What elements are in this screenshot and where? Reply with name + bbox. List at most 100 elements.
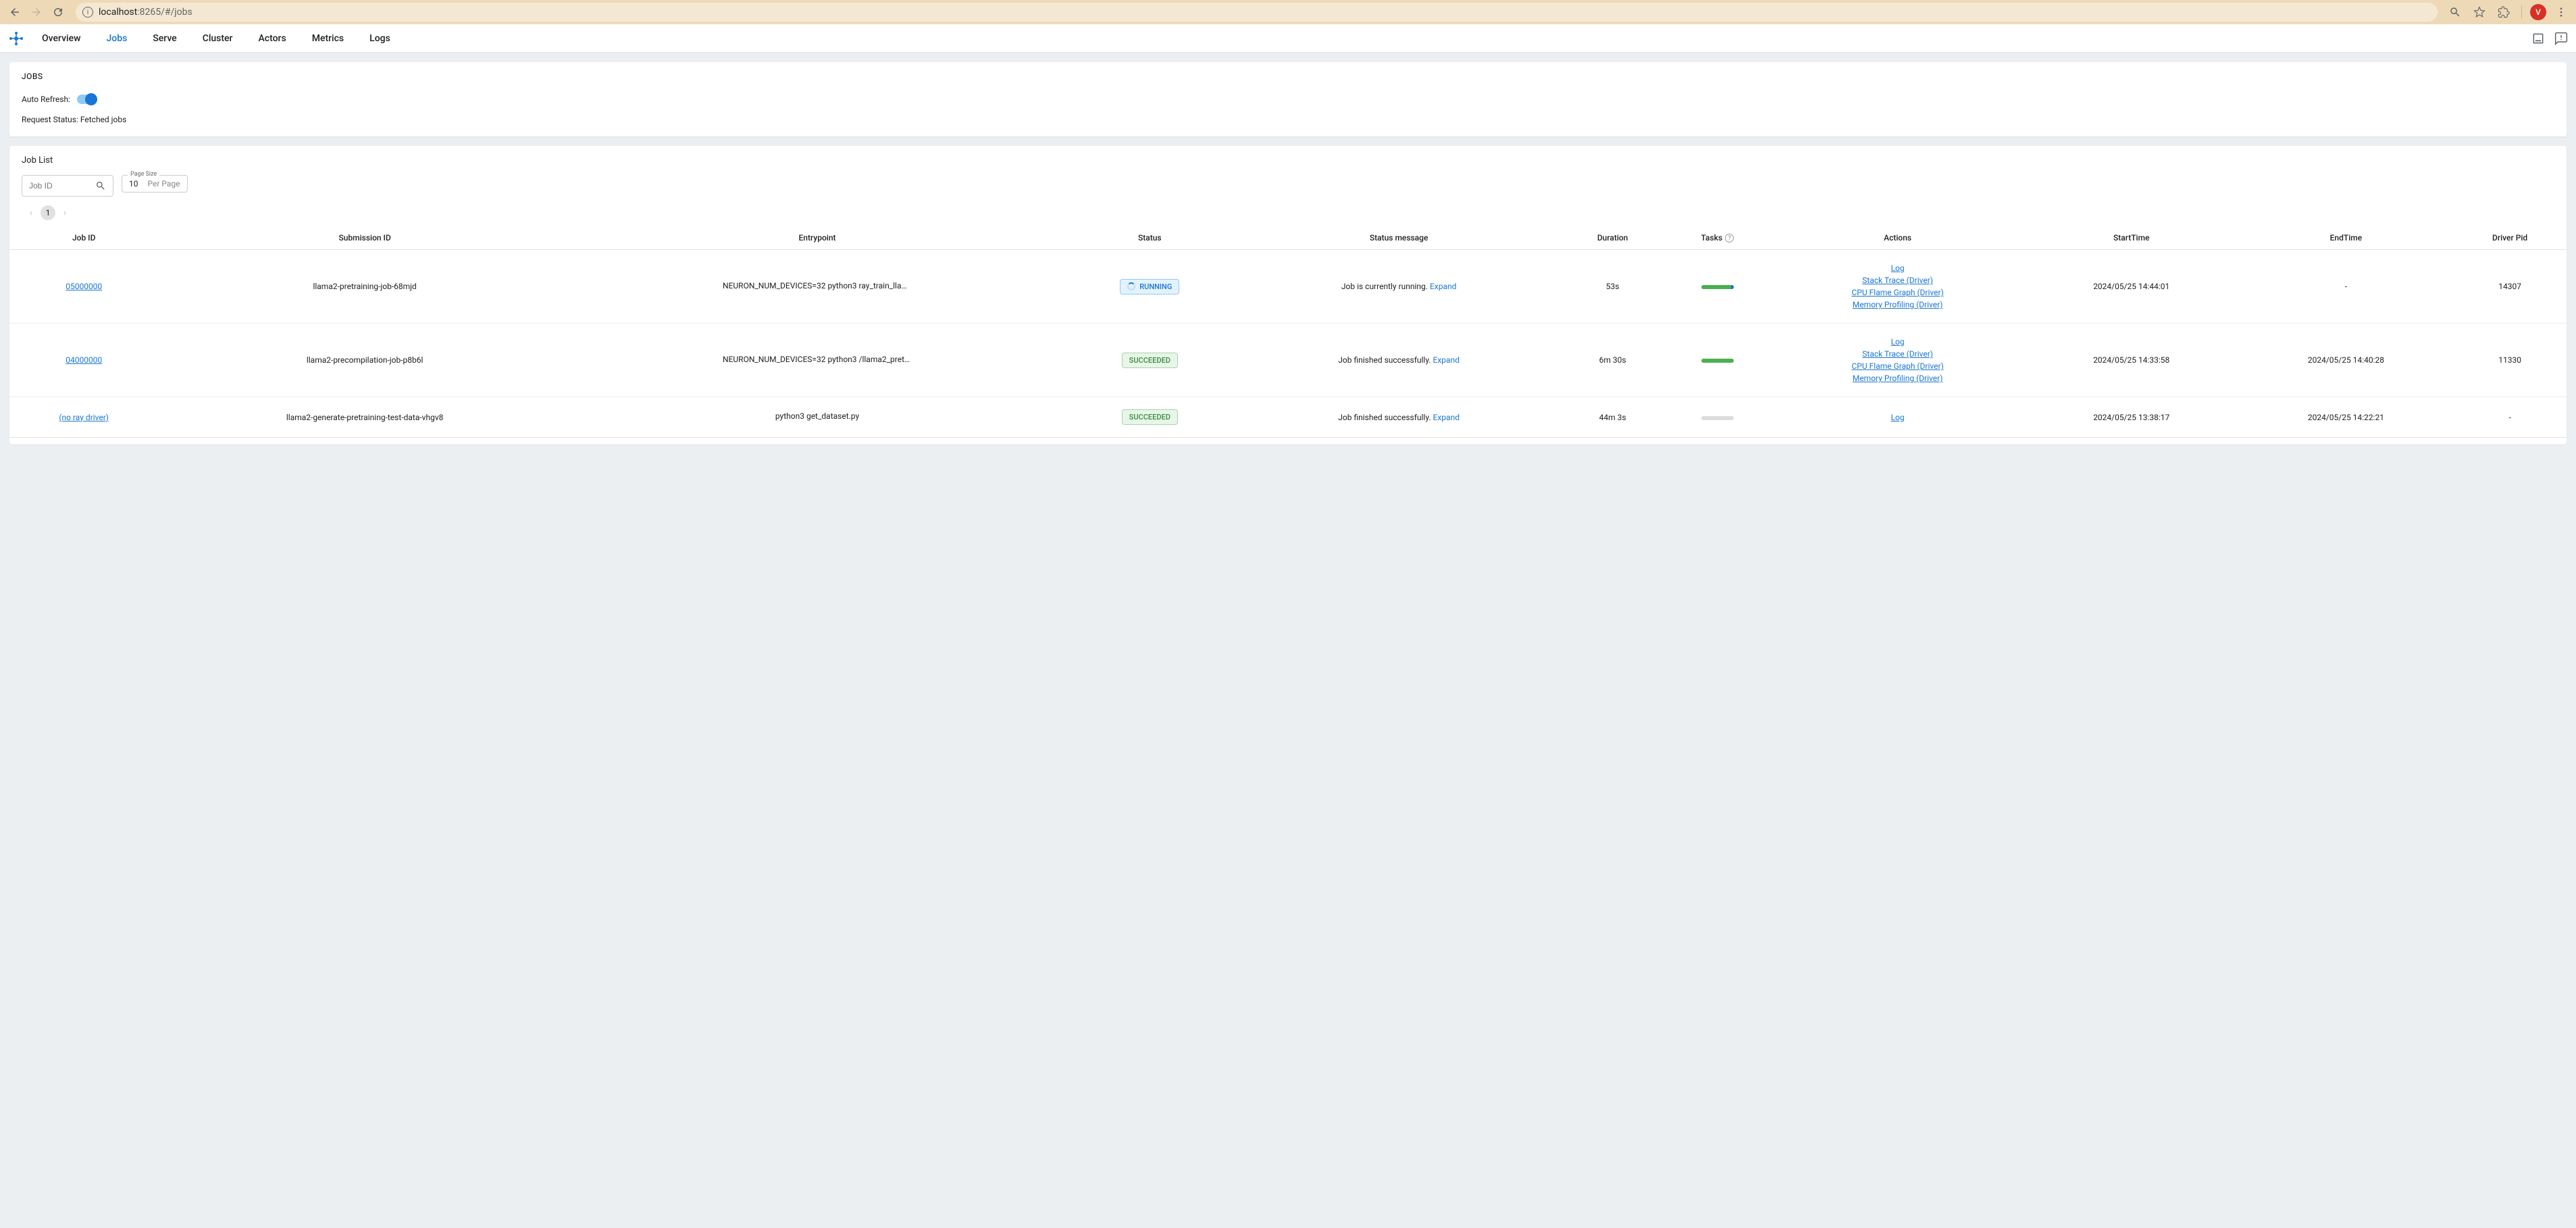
submission-id: llama2-generate-pretraining-test-data-vh…: [158, 397, 571, 438]
job-list-card: Job List Page Size 10 Per Page ‹ 1 › Job…: [9, 146, 2567, 444]
duration: 6m 30s: [1562, 324, 1664, 397]
action-log[interactable]: Log: [1776, 336, 2019, 348]
start-time: 2024/05/25 14:44:01: [2024, 250, 2239, 324]
duration: 53s: [1562, 250, 1664, 324]
auto-refresh-label: Auto Refresh:: [22, 95, 70, 104]
page-size-legend: Page Size: [128, 171, 159, 178]
nav-tab-serve[interactable]: Serve: [150, 26, 179, 51]
nav-tab-jobs[interactable]: Jobs: [103, 26, 130, 51]
tasks-progress: [1701, 416, 1734, 420]
page-size-select[interactable]: Page Size 10 Per Page: [122, 175, 188, 193]
end-time: 2024/05/25 14:22:21: [2239, 397, 2454, 438]
action-stack[interactable]: Stack Trace (Driver): [1776, 348, 2019, 360]
status-badge: RUNNING: [1120, 279, 1179, 295]
column-header: Entrypoint: [571, 226, 1063, 250]
action-flame[interactable]: CPU Flame Graph (Driver): [1776, 286, 2019, 299]
driver-pid: 14307: [2453, 250, 2567, 324]
column-header: Job ID: [9, 226, 158, 250]
extensions-icon[interactable]: [2494, 3, 2513, 22]
action-log[interactable]: Log: [1776, 262, 2019, 274]
duration: 44m 3s: [1562, 397, 1664, 438]
request-status: Request Status: Fetched jobs: [22, 115, 2554, 124]
action-flame[interactable]: CPU Flame Graph (Driver): [1776, 360, 2019, 372]
spinner-icon: [1127, 282, 1135, 290]
back-button[interactable]: [5, 3, 24, 22]
expand-link[interactable]: Expand: [1433, 413, 1460, 422]
entrypoint-text: NEURON_NUM_DEVICES=32 python3 /llama2_pr…: [723, 355, 912, 364]
nav-tabs: Overview Jobs Serve Cluster Actors Metrics Log…: [35, 26, 393, 51]
page-size-value: 10: [129, 179, 138, 188]
jobs-table: Job IDSubmission IDEntrypointStatusStatu…: [9, 226, 2567, 438]
nav-tab-actors[interactable]: Actors: [256, 26, 289, 51]
feedback-icon[interactable]: [2554, 32, 2568, 45]
column-header: Submission ID: [158, 226, 571, 250]
expand-link[interactable]: Expand: [1430, 282, 1456, 291]
nav-tab-cluster[interactable]: Cluster: [200, 26, 236, 51]
column-header: Status: [1063, 226, 1236, 250]
submission-id: llama2-pretraining-job-68mjd: [158, 250, 571, 324]
auto-refresh-toggle[interactable]: [77, 95, 96, 104]
browser-toolbar: i localhost:8265/#/jobs V: [0, 0, 2576, 24]
url-text: localhost:8265/#/jobs: [99, 7, 192, 18]
end-time: -: [2239, 250, 2454, 324]
bookmark-icon[interactable]: [2470, 3, 2489, 22]
entrypoint-text: python3 get_dataset.py: [775, 411, 859, 421]
forward-button[interactable]: [27, 3, 46, 22]
app-navbar: Overview Jobs Serve Cluster Actors Metrics Log…: [0, 24, 2576, 53]
column-header: Duration: [1562, 226, 1664, 250]
column-header: EndTime: [2239, 226, 2454, 250]
jobs-header-card: JOBS Auto Refresh: Request Status: Fetch…: [9, 62, 2567, 136]
column-header: Tasks?: [1664, 226, 1771, 250]
action-log[interactable]: Log: [1776, 411, 2019, 424]
tasks-progress: [1701, 359, 1734, 363]
page-size-suffix: Per Page: [148, 179, 180, 188]
address-bar[interactable]: i localhost:8265/#/jobs: [76, 3, 2438, 22]
docs-icon[interactable]: [2531, 32, 2545, 45]
nav-tab-logs[interactable]: Logs: [367, 26, 393, 51]
column-header: Actions: [1771, 226, 2024, 250]
table-row: 04000000 llama2-precompilation-job-p8b6l N…: [9, 324, 2567, 397]
profile-avatar[interactable]: V: [2530, 4, 2546, 20]
zoom-icon[interactable]: [2446, 3, 2465, 22]
expand-link[interactable]: Expand: [1433, 355, 1460, 365]
nav-tab-overview[interactable]: Overview: [39, 26, 83, 51]
page-prev[interactable]: ‹: [22, 203, 41, 222]
entrypoint-text: NEURON_NUM_DEVICES=32 python3 ray_train_…: [723, 281, 912, 290]
job-id-link[interactable]: (no ray driver): [59, 413, 109, 422]
status-message: Job is currently running.: [1341, 282, 1430, 291]
job-id-link[interactable]: 05000000: [66, 282, 102, 291]
jobid-input[interactable]: [29, 181, 63, 190]
status-message: Job finished successfully.: [1338, 413, 1433, 422]
column-header: StartTime: [2024, 226, 2239, 250]
action-memory[interactable]: Memory Profiling (Driver): [1776, 372, 2019, 384]
ray-logo-icon: [8, 30, 24, 47]
column-header: Status message: [1236, 226, 1561, 250]
search-icon[interactable]: [95, 180, 106, 191]
reload-button[interactable]: [49, 3, 68, 22]
table-row: (no ray driver) llama2-generate-pretraini…: [9, 397, 2567, 438]
end-time: 2024/05/25 14:40:28: [2239, 324, 2454, 397]
tasks-help-icon[interactable]: ?: [1725, 234, 1734, 242]
status-badge: SUCCEEDED: [1122, 353, 1178, 368]
driver-pid: -: [2453, 397, 2567, 438]
table-row: 05000000 llama2-pretraining-job-68mjd NEUR…: [9, 250, 2567, 324]
jobid-filter[interactable]: [22, 175, 113, 197]
start-time: 2024/05/25 14:33:58: [2024, 324, 2239, 397]
job-list-title: Job List: [9, 155, 2567, 175]
site-info-icon[interactable]: i: [82, 7, 93, 18]
column-header: Driver Pid: [2453, 226, 2567, 250]
page-number[interactable]: 1: [41, 205, 55, 220]
status-message: Job finished successfully.: [1338, 355, 1433, 365]
job-id-link[interactable]: 04000000: [66, 355, 102, 365]
page-next[interactable]: ›: [55, 203, 74, 222]
nav-tab-metrics[interactable]: Metrics: [309, 26, 346, 51]
driver-pid: 11330: [2453, 324, 2567, 397]
browser-menu-icon[interactable]: [2552, 3, 2571, 22]
action-stack[interactable]: Stack Trace (Driver): [1776, 274, 2019, 286]
page-title: JOBS: [22, 72, 2554, 81]
tasks-progress: [1701, 285, 1734, 289]
submission-id: llama2-precompilation-job-p8b6l: [158, 324, 571, 397]
start-time: 2024/05/25 13:38:17: [2024, 397, 2239, 438]
status-badge: SUCCEEDED: [1122, 409, 1178, 425]
action-memory[interactable]: Memory Profiling (Driver): [1776, 299, 2019, 311]
